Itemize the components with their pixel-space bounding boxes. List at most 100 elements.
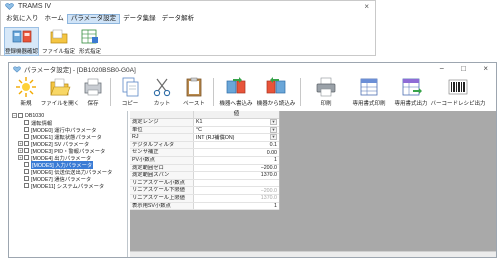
chevron-down-icon[interactable]: ▼	[270, 134, 277, 141]
expand-icon[interactable]: +	[18, 141, 23, 146]
barcode-recipe-output-button[interactable]: バーコードレシピ出力	[431, 76, 486, 109]
grid-row-dropdown[interactable]: INT (RJ補償ON) ▼	[194, 134, 279, 141]
grid-row-dropdown[interactable]: °C ▼	[194, 126, 279, 134]
grid-row[interactable]: デジタルフィルタ 0.1	[130, 141, 279, 150]
grid-row-value[interactable]: 1370.0	[194, 195, 279, 202]
toolbar-separator	[300, 78, 301, 106]
grid-row-value[interactable]: 1	[194, 203, 279, 210]
grid-row-value[interactable]: 1370.0	[194, 172, 279, 179]
grid-row-dropdown[interactable]: K1 ▼	[194, 119, 279, 126]
menu-data-analysis[interactable]: データ解析	[159, 14, 198, 24]
chevron-down-icon[interactable]: ▼	[270, 126, 277, 133]
grid-row-value[interactable]: 0.00	[194, 149, 279, 156]
paste-icon	[183, 76, 205, 98]
toolbar-label: カット	[153, 101, 171, 107]
toolbar-label: 専用書式印刷	[352, 101, 386, 107]
grid-row[interactable]: 測定範囲ゼロ −200.0	[130, 164, 279, 173]
form-output-icon	[400, 76, 422, 98]
grid-row[interactable]: リニアスケール小数点	[130, 179, 279, 188]
write-to-device-button[interactable]: 機器へ書込み	[217, 76, 255, 109]
toolbar-label: 専用書式出力	[394, 101, 428, 107]
param-toolbar: 新規 ファイルを開く 保存 コピー カット ペースト 機器へ書込み 機器から読込…	[11, 76, 497, 109]
toolbar-label: 機器へ書込み	[219, 101, 253, 107]
grid-row-value[interactable]	[194, 180, 279, 187]
app-title: TRAMS IV	[18, 3, 52, 10]
form-print-button[interactable]: 専用書式印刷	[348, 76, 390, 109]
tree-checkbox[interactable]	[18, 113, 23, 118]
grid-row[interactable]: 測定範囲スパン 1370.0	[130, 172, 279, 180]
grid-row[interactable]: センサ補正 0.00	[130, 149, 279, 157]
menu-parameter-settings[interactable]: パラメータ設定	[66, 13, 121, 24]
ribbon-label: ファイル指定	[42, 49, 76, 55]
save-icon	[82, 76, 104, 98]
save-button[interactable]: 保存	[79, 76, 107, 109]
grid-row-name: デジタルフィルタ	[130, 141, 194, 149]
horizontal-scrollbar[interactable]	[130, 251, 496, 257]
grid-row-value: INT (RJ補償ON)	[196, 135, 235, 142]
grid-row-name: RJ	[130, 134, 194, 141]
minimize-button[interactable]: −	[439, 63, 444, 75]
grid-row-value[interactable]: −200.0	[194, 165, 279, 172]
toolbar-label: ファイルを開く	[40, 101, 80, 107]
tree-checkbox[interactable]	[24, 141, 29, 146]
copy-button[interactable]: コピー	[114, 76, 146, 109]
folder-icon	[49, 28, 69, 45]
collapse-icon[interactable]: −	[12, 113, 17, 118]
form-output-button[interactable]: 専用書式出力	[390, 76, 432, 109]
toolbar-label: ペースト	[183, 101, 205, 107]
tree-checkbox[interactable]	[24, 134, 29, 139]
grid-row-value[interactable]: −200.0	[194, 187, 279, 194]
toolbar-label: 新規	[20, 101, 32, 107]
open-file-button[interactable]: ファイルを開く	[41, 76, 79, 109]
tree-checkbox[interactable]	[24, 127, 29, 132]
parameter-tree: − DB1030 運転情報 [MODE0] 運行中パラメータ [MODE1] 運…	[10, 111, 128, 257]
expand-icon[interactable]: +	[18, 155, 23, 160]
grid-row-name: リニアスケール下限値	[130, 187, 194, 194]
tree-checkbox[interactable]	[24, 183, 29, 188]
menu-data-recording[interactable]: データ集録	[120, 14, 159, 24]
parameter-setting-window: パラメータ設定] - [DB1020BSB0-G0A] − □ × 新規 ファイ…	[8, 62, 497, 258]
tree-checkbox[interactable]	[24, 176, 29, 181]
menu-favorites[interactable]: お気に入り	[3, 14, 42, 24]
grid-row-name: 測定範囲ゼロ	[130, 164, 194, 172]
tree-checkbox[interactable]	[24, 148, 29, 153]
grid-row-name: リニアスケール上限値	[130, 194, 194, 202]
tree-checkbox[interactable]	[24, 120, 29, 125]
file-specify-button[interactable]: ファイル指定	[42, 28, 75, 55]
tree-item-label: [MODE11] システムパラメータ	[31, 183, 105, 190]
grid-row[interactable]: PV小数点 1	[130, 156, 279, 165]
grid-row-name: 測定レンジ	[130, 119, 194, 126]
toolbar-label: 保存	[87, 101, 99, 107]
cut-button[interactable]: カット	[146, 76, 178, 109]
grid-row-name: リニアスケール小数点	[130, 179, 194, 187]
grid-row-value[interactable]: 1	[194, 157, 279, 164]
open-folder-icon	[49, 76, 71, 98]
device-register-button[interactable]: 登録機器確認	[3, 27, 40, 56]
tree-checkbox[interactable]	[24, 169, 29, 174]
close-button[interactable]: ×	[483, 63, 488, 75]
format-specify-button[interactable]: 形式指定	[79, 28, 101, 55]
tree-item[interactable]: [MODE11] システムパラメータ	[24, 182, 105, 190]
grid-header-value: 値	[194, 111, 279, 119]
grid-row-value[interactable]: 0.1	[194, 142, 279, 149]
new-button[interactable]: 新規	[11, 76, 41, 109]
paste-button[interactable]: ペースト	[178, 76, 210, 109]
form-print-icon	[358, 76, 380, 98]
menu-home[interactable]: ホーム	[42, 14, 67, 24]
expand-icon[interactable]: +	[18, 148, 23, 153]
grid-row[interactable]: リニアスケール下限値 −200.0	[130, 187, 279, 195]
chevron-down-icon[interactable]: ▼	[270, 119, 277, 126]
grid-row[interactable]: 表示用SV小数点 1	[130, 202, 279, 211]
param-window-titlebar: パラメータ設定] - [DB1020BSB0-G0A] − □ ×	[9, 63, 496, 75]
read-from-device-button[interactable]: 機器から読込み	[255, 76, 297, 109]
app-close-button[interactable]: ×	[364, 1, 369, 12]
tree-checkbox[interactable]	[24, 155, 29, 160]
grid-row-name: センサ補正	[130, 149, 194, 156]
print-button[interactable]: 印刷	[304, 76, 348, 109]
grid-row[interactable]: RJ INT (RJ補償ON) ▼	[130, 134, 279, 142]
tree-checkbox[interactable]	[24, 162, 29, 167]
heart-logo-icon	[13, 65, 21, 73]
maximize-button[interactable]: □	[461, 63, 466, 75]
grid-row[interactable]: 測定レンジ K1 ▼	[130, 119, 279, 127]
grid-row[interactable]: リニアスケール上限値 1370.0	[130, 194, 279, 203]
